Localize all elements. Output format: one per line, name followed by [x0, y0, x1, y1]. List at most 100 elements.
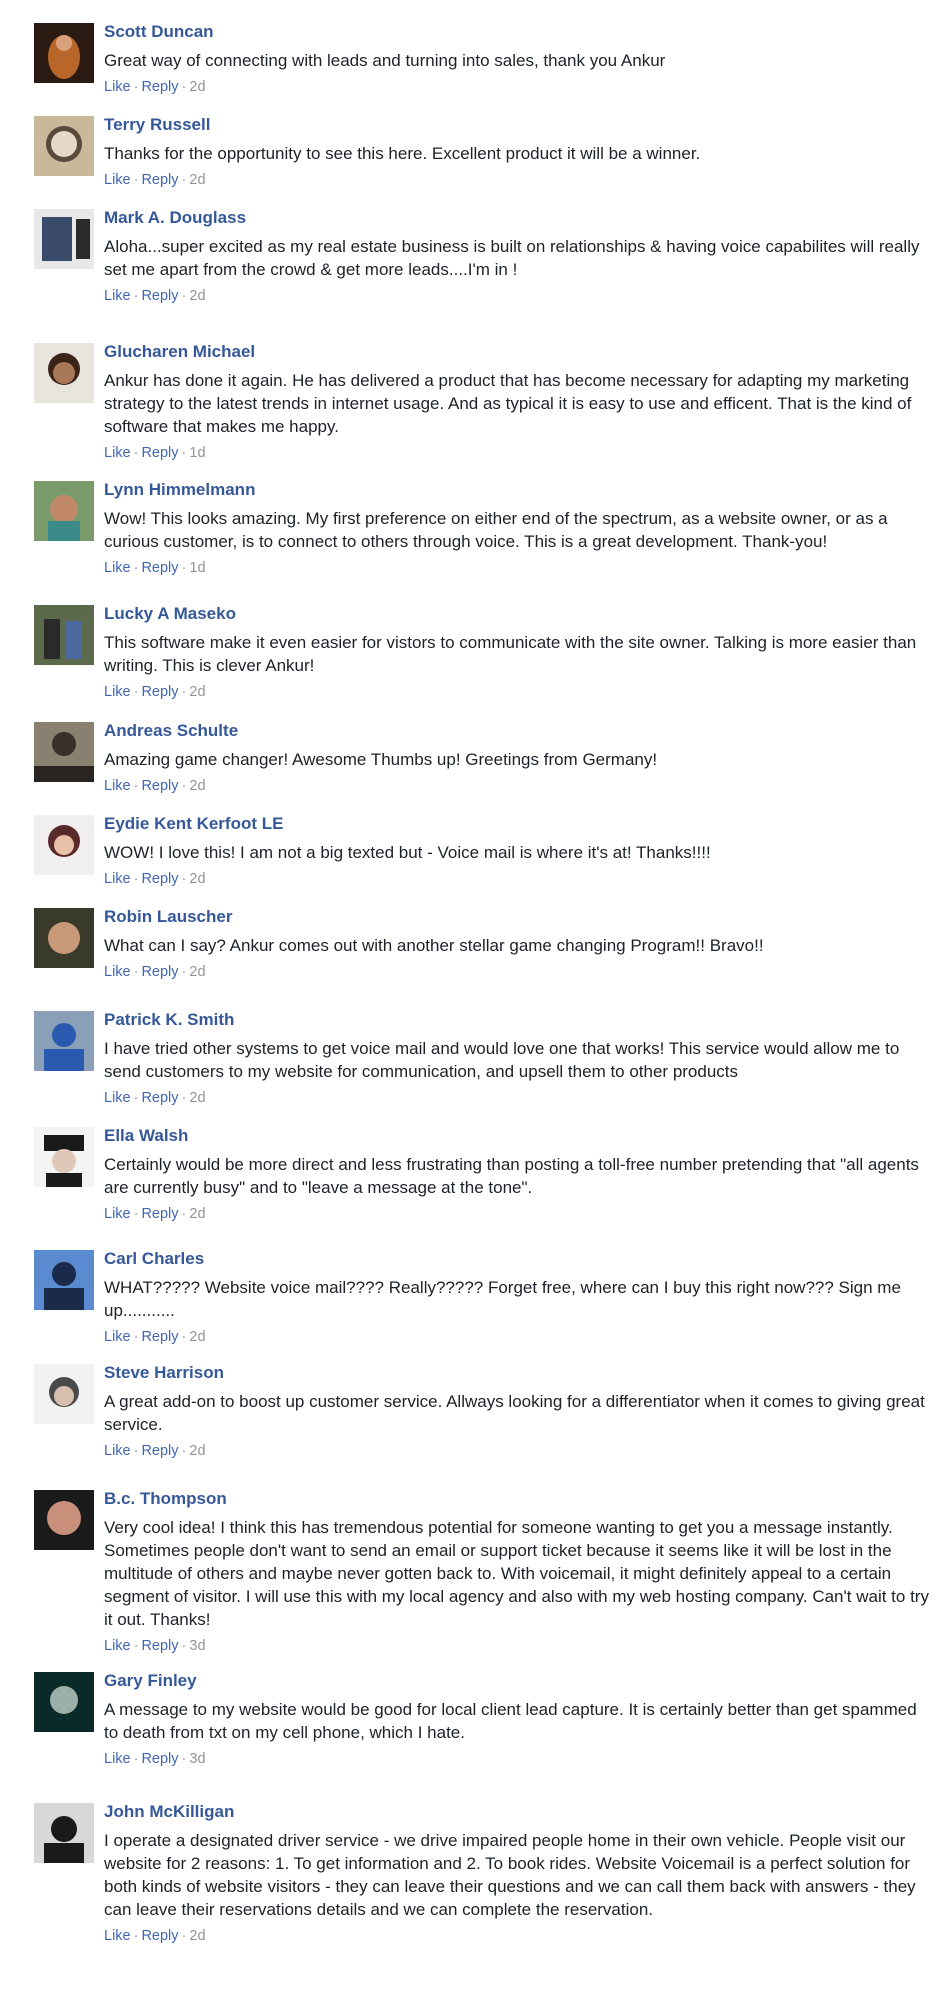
- avatar-image: [34, 1672, 94, 1732]
- reply-link[interactable]: Reply: [141, 445, 178, 461]
- reply-link[interactable]: Reply: [141, 560, 178, 576]
- comment-actions: Like · Reply · 2d: [104, 1088, 934, 1108]
- comment-author[interactable]: Glucharen Michael: [104, 341, 934, 363]
- reply-link[interactable]: Reply: [141, 1928, 178, 1944]
- like-link[interactable]: Like: [104, 1638, 131, 1654]
- reply-link[interactable]: Reply: [141, 1443, 178, 1459]
- comment-text: Aloha...super excited as my real estate …: [104, 237, 920, 279]
- like-link[interactable]: Like: [104, 288, 131, 304]
- separator: ·: [181, 964, 187, 980]
- reply-link[interactable]: Reply: [141, 288, 178, 304]
- separator: ·: [133, 1206, 139, 1222]
- reply-link[interactable]: Reply: [141, 964, 178, 980]
- avatar[interactable]: [34, 1250, 94, 1310]
- comment-author[interactable]: Robin Lauscher: [104, 906, 934, 928]
- comment-timestamp[interactable]: 3d: [189, 1638, 205, 1654]
- comment-author[interactable]: Steve Harrison: [104, 1362, 934, 1384]
- comment-author[interactable]: Scott Duncan: [104, 21, 934, 43]
- like-link[interactable]: Like: [104, 964, 131, 980]
- separator: ·: [181, 1329, 187, 1345]
- comment-author[interactable]: John McKilligan: [104, 1801, 934, 1823]
- comment-timestamp[interactable]: 2d: [189, 1090, 205, 1106]
- reply-link[interactable]: Reply: [141, 684, 178, 700]
- comment-actions: Like · Reply · 2d: [104, 1204, 934, 1224]
- comment-author[interactable]: Carl Charles: [104, 1248, 934, 1270]
- comment-timestamp[interactable]: 3d: [189, 1751, 205, 1767]
- avatar[interactable]: [34, 1490, 94, 1550]
- separator: ·: [133, 1090, 139, 1106]
- avatar[interactable]: [34, 116, 94, 176]
- like-link[interactable]: Like: [104, 445, 131, 461]
- avatar[interactable]: [34, 815, 94, 875]
- separator: ·: [133, 1638, 139, 1654]
- comment-author[interactable]: Gary Finley: [104, 1670, 934, 1692]
- separator: ·: [181, 1443, 187, 1459]
- comment-author[interactable]: Andreas Schulte: [104, 720, 934, 742]
- comment-timestamp[interactable]: 1d: [189, 560, 205, 576]
- like-link[interactable]: Like: [104, 1928, 131, 1944]
- separator: ·: [133, 1928, 139, 1944]
- like-link[interactable]: Like: [104, 79, 131, 95]
- comment-author[interactable]: Mark A. Douglass: [104, 207, 934, 229]
- avatar[interactable]: [34, 209, 94, 269]
- avatar[interactable]: [34, 343, 94, 403]
- like-link[interactable]: Like: [104, 1443, 131, 1459]
- like-link[interactable]: Like: [104, 1329, 131, 1345]
- avatar[interactable]: [34, 481, 94, 541]
- comment-actions: Like · Reply · 1d: [104, 558, 934, 578]
- comment-timestamp[interactable]: 2d: [189, 79, 205, 95]
- reply-link[interactable]: Reply: [141, 1751, 178, 1767]
- comment-timestamp[interactable]: 2d: [189, 1928, 205, 1944]
- comment-timestamp[interactable]: 2d: [189, 288, 205, 304]
- avatar-image: [34, 343, 94, 403]
- reply-link[interactable]: Reply: [141, 1329, 178, 1345]
- comment-timestamp[interactable]: 2d: [189, 871, 205, 887]
- comment-author[interactable]: Patrick K. Smith: [104, 1009, 934, 1031]
- comment-timestamp[interactable]: 2d: [189, 684, 205, 700]
- like-link[interactable]: Like: [104, 684, 131, 700]
- reply-link[interactable]: Reply: [141, 79, 178, 95]
- comment-author[interactable]: Terry Russell: [104, 114, 934, 136]
- avatar[interactable]: [34, 722, 94, 782]
- like-link[interactable]: Like: [104, 778, 131, 794]
- comment-timestamp[interactable]: 2d: [189, 172, 205, 188]
- reply-link[interactable]: Reply: [141, 1206, 178, 1222]
- avatar[interactable]: [34, 1364, 94, 1424]
- comment-author[interactable]: Eydie Kent Kerfoot LE: [104, 813, 934, 835]
- avatar[interactable]: [34, 1011, 94, 1071]
- comment-text: A message to my website would be good fo…: [104, 1700, 917, 1742]
- comment-timestamp[interactable]: 1d: [189, 445, 205, 461]
- separator: ·: [133, 684, 139, 700]
- separator: ·: [181, 871, 187, 887]
- avatar[interactable]: [34, 23, 94, 83]
- separator: ·: [181, 1751, 187, 1767]
- avatar[interactable]: [34, 605, 94, 665]
- avatar-figure: [44, 1135, 84, 1151]
- comment-timestamp[interactable]: 2d: [189, 1206, 205, 1222]
- reply-link[interactable]: Reply: [141, 1638, 178, 1654]
- avatar-image: [34, 209, 94, 269]
- reply-link[interactable]: Reply: [141, 778, 178, 794]
- avatar[interactable]: [34, 908, 94, 968]
- comment-author[interactable]: B.c. Thompson: [104, 1488, 934, 1510]
- reply-link[interactable]: Reply: [141, 172, 178, 188]
- comment-timestamp[interactable]: 2d: [189, 964, 205, 980]
- comment-author[interactable]: Lucky A Maseko: [104, 603, 934, 625]
- like-link[interactable]: Like: [104, 1090, 131, 1106]
- comment-timestamp[interactable]: 2d: [189, 1329, 205, 1345]
- like-link[interactable]: Like: [104, 1751, 131, 1767]
- reply-link[interactable]: Reply: [141, 871, 178, 887]
- avatar[interactable]: [34, 1672, 94, 1732]
- comment-author[interactable]: Lynn Himmelmann: [104, 479, 934, 501]
- separator: ·: [133, 964, 139, 980]
- comment-timestamp[interactable]: 2d: [189, 1443, 205, 1459]
- reply-link[interactable]: Reply: [141, 1090, 178, 1106]
- like-link[interactable]: Like: [104, 871, 131, 887]
- avatar[interactable]: [34, 1127, 94, 1187]
- like-link[interactable]: Like: [104, 172, 131, 188]
- like-link[interactable]: Like: [104, 1206, 131, 1222]
- like-link[interactable]: Like: [104, 560, 131, 576]
- avatar[interactable]: [34, 1803, 94, 1863]
- comment-timestamp[interactable]: 2d: [189, 778, 205, 794]
- comment-author[interactable]: Ella Walsh: [104, 1125, 934, 1147]
